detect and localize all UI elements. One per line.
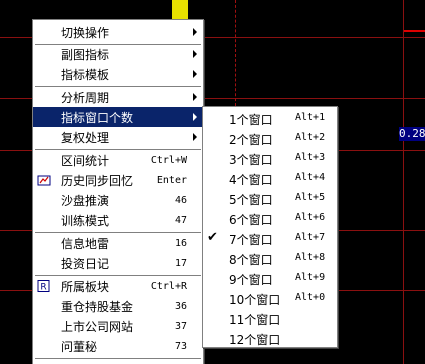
submenu-item-4[interactable]: 4个窗口 Alt+4 — [203, 168, 337, 188]
menu-item-range-stats[interactable]: 区间统计 Ctrl+W — [33, 150, 203, 170]
menu-item-shortcut: 37 — [174, 320, 187, 332]
submenu-item-label: 9个窗口 — [229, 273, 273, 287]
menu-item-shortcut: 46 — [174, 194, 187, 206]
submenu-item-shortcut: Alt+3 — [295, 152, 326, 163]
submenu-arrow-icon — [193, 28, 197, 36]
menu-separator — [35, 358, 201, 360]
submenu-item-10[interactable]: 10个窗口 Alt+0 — [203, 288, 337, 308]
menu-item-training-mode[interactable]: 训练模式 47 — [33, 210, 203, 230]
price-tick — [404, 30, 425, 32]
submenu-item-2[interactable]: 2个窗口 Alt+2 — [203, 128, 337, 148]
menu-item-label: 问董秘 — [61, 339, 98, 354]
menu-item-label: 复权处理 — [61, 130, 110, 145]
menu-item-label: 信息地雷 — [61, 236, 110, 251]
submenu-item-shortcut: Alt+8 — [295, 252, 326, 263]
menu-item-shortcut: 73 — [174, 340, 187, 352]
menu-item-investment-diary[interactable]: 投资日记 17 — [33, 253, 203, 273]
menu-item-sector[interactable]: R 所属板块 Ctrl+R — [33, 276, 203, 296]
submenu-item-8[interactable]: 8个窗口 Alt+8 — [203, 248, 337, 268]
window-count-submenu: 1个窗口 Alt+1 2个窗口 Alt+2 3个窗口 Alt+3 4个窗口 Al… — [202, 106, 338, 348]
submenu-item-label: 3个窗口 — [229, 153, 273, 167]
submenu-item-label: 6个窗口 — [229, 213, 273, 227]
menu-item-label: 投资日记 — [61, 256, 110, 271]
submenu-item-label: 7个窗口 — [229, 233, 273, 247]
menu-item-label: 上市公司网站 — [61, 319, 134, 334]
menu-item-heavy-fund[interactable]: 重仓持股基金 36 — [33, 296, 203, 316]
submenu-item-6[interactable]: 6个窗口 Alt+6 — [203, 208, 337, 228]
submenu-item-label: 10个窗口 — [229, 293, 281, 307]
submenu-item-9[interactable]: 9个窗口 Alt+9 — [203, 268, 337, 288]
submenu-item-shortcut: Alt+4 — [295, 172, 326, 183]
menu-item-shortcut: 36 — [174, 300, 187, 312]
menu-item-label: 分析周期 — [61, 90, 110, 105]
submenu-item-5[interactable]: 5个窗口 Alt+5 — [203, 188, 337, 208]
submenu-item-11[interactable]: 11个窗口 — [203, 308, 337, 328]
menu-item-label: 指标模板 — [61, 67, 110, 82]
menu-item-label: 切换操作 — [61, 25, 110, 40]
menu-item-label: 指标窗口个数 — [61, 110, 134, 125]
menu-item-label: 重仓持股基金 — [61, 299, 134, 314]
menu-item-label: 区间统计 — [61, 153, 110, 168]
menu-item-info-mine[interactable]: 信息地雷 16 — [33, 233, 203, 253]
submenu-arrow-icon — [193, 133, 197, 141]
menu-item-indicator-template[interactable]: 指标模板 — [33, 64, 203, 84]
menu-item-window-count[interactable]: 指标窗口个数 — [33, 107, 203, 127]
history-icon — [37, 175, 51, 186]
menu-item-analysis-period[interactable]: 分析周期 — [33, 87, 203, 107]
menu-item-label: 副图指标 — [61, 47, 110, 62]
context-menu: 切换操作 副图指标 指标模板 分析周期 指标窗口个数 复权处理 区间统计 Ctr… — [32, 19, 204, 364]
submenu-item-label: 2个窗口 — [229, 133, 273, 147]
menu-item-ask-secretary[interactable]: 问董秘 73 — [33, 336, 203, 356]
submenu-item-12[interactable]: 12个窗口 — [203, 328, 337, 348]
menu-item-label: 沙盘推演 — [61, 193, 110, 208]
submenu-item-7[interactable]: ✔ 7个窗口 Alt+7 — [203, 228, 337, 248]
submenu-item-shortcut: Alt+0 — [295, 292, 326, 303]
r-icon: R — [37, 280, 50, 293]
grid-line — [235, 0, 236, 106]
menu-item-label: 历史同步回忆 — [61, 173, 134, 188]
grid-line — [403, 0, 404, 364]
submenu-arrow-icon — [193, 70, 197, 78]
checkmark-icon: ✔ — [207, 230, 218, 245]
submenu-item-label: 4个窗口 — [229, 173, 273, 187]
submenu-item-label: 11个窗口 — [229, 313, 281, 327]
submenu-arrow-icon — [193, 50, 197, 58]
submenu-item-shortcut: Alt+2 — [295, 132, 326, 143]
submenu-item-label: 5个窗口 — [229, 193, 273, 207]
price-label: 0.28 — [399, 127, 425, 141]
svg-text:R: R — [40, 283, 46, 293]
submenu-item-label: 1个窗口 — [229, 113, 273, 127]
menu-item-sandbox[interactable]: 沙盘推演 46 — [33, 190, 203, 210]
menu-item-shortcut: 16 — [174, 237, 187, 249]
menu-item-company-website[interactable]: 上市公司网站 37 — [33, 316, 203, 336]
menu-item-shortcut: Ctrl+W — [150, 154, 187, 166]
menu-item-shortcut: 17 — [174, 257, 187, 269]
submenu-item-shortcut: Alt+9 — [295, 272, 326, 283]
menu-item-adjust-rights[interactable]: 复权处理 — [33, 127, 203, 147]
menu-item-history-sync[interactable]: 历史同步回忆 Enter — [33, 170, 203, 190]
submenu-arrow-icon — [193, 113, 197, 121]
submenu-arrow-icon — [193, 93, 197, 101]
menu-item-sub-indicator[interactable]: 副图指标 — [33, 44, 203, 64]
volume-bar — [172, 0, 188, 20]
submenu-item-shortcut: Alt+6 — [295, 212, 326, 223]
menu-item-switch-operation[interactable]: 切换操作 — [33, 22, 203, 42]
submenu-item-shortcut: Alt+5 — [295, 192, 326, 203]
menu-item-shortcut: Ctrl+R — [150, 280, 187, 292]
menu-item-label: 所属板块 — [61, 279, 110, 294]
menu-item-shortcut: Enter — [156, 174, 187, 186]
submenu-item-shortcut: Alt+7 — [295, 232, 326, 243]
submenu-item-label: 12个窗口 — [229, 333, 281, 347]
menu-item-shortcut: 47 — [174, 214, 187, 226]
submenu-item-3[interactable]: 3个窗口 Alt+3 — [203, 148, 337, 168]
submenu-item-1[interactable]: 1个窗口 Alt+1 — [203, 108, 337, 128]
submenu-item-label: 8个窗口 — [229, 253, 273, 267]
menu-item-label: 训练模式 — [61, 213, 110, 228]
submenu-item-shortcut: Alt+1 — [295, 112, 326, 123]
